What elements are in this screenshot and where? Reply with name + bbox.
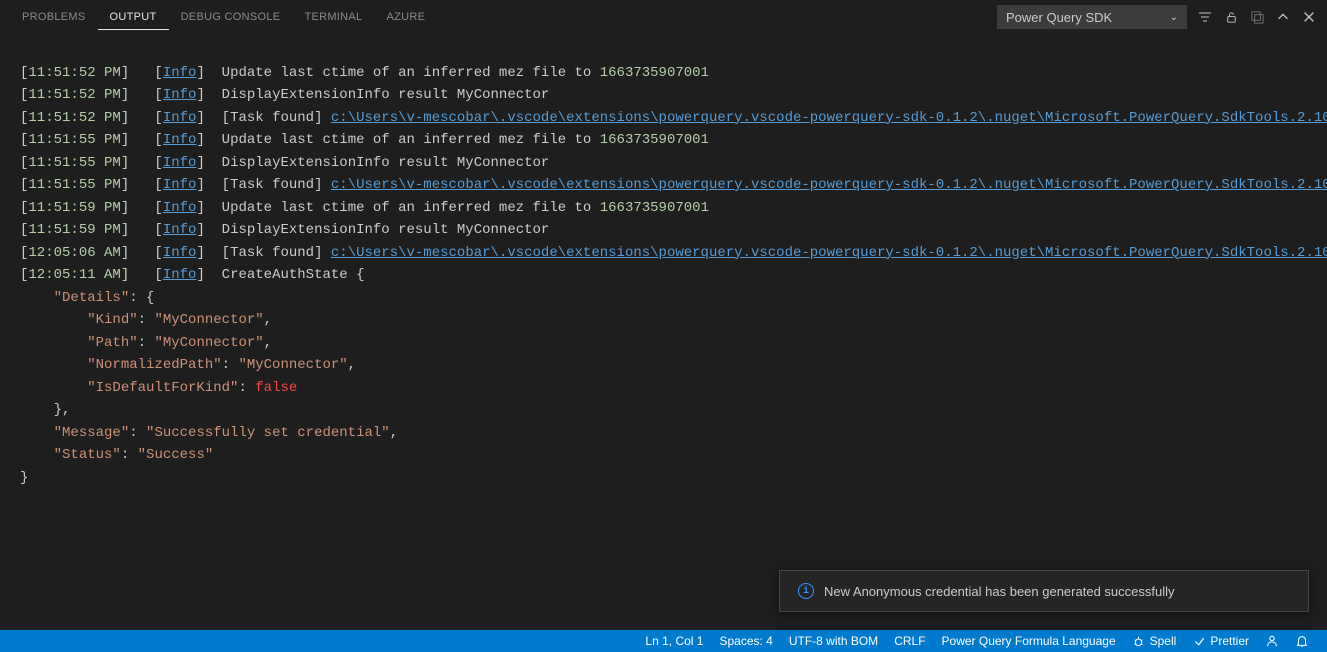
info-icon: i: [798, 583, 814, 599]
status-bar: Ln 1, Col 1 Spaces: 4 UTF-8 with BOM CRL…: [0, 630, 1327, 652]
status-spaces[interactable]: Spaces: 4: [711, 630, 780, 652]
tab-problems[interactable]: PROBLEMS: [10, 5, 98, 30]
chevron-down-icon: ⌄: [1170, 12, 1178, 23]
status-eol[interactable]: CRLF: [886, 630, 933, 652]
tab-debug-console[interactable]: DEBUG CONSOLE: [169, 5, 293, 30]
notification-toast[interactable]: i New Anonymous credential has been gene…: [779, 570, 1309, 612]
status-language[interactable]: Power Query Formula Language: [934, 630, 1124, 652]
status-bell[interactable]: [1287, 630, 1317, 652]
filter-icon[interactable]: [1197, 9, 1213, 25]
bell-icon: [1295, 634, 1309, 648]
status-feedback[interactable]: [1257, 630, 1287, 652]
bug-icon: [1132, 634, 1146, 648]
clear-output-icon[interactable]: [1249, 9, 1265, 25]
panel-header: PROBLEMS OUTPUT DEBUG CONSOLE TERMINAL A…: [0, 0, 1327, 35]
tab-terminal[interactable]: TERMINAL: [292, 5, 374, 30]
tab-output[interactable]: OUTPUT: [98, 5, 169, 30]
status-lncol[interactable]: Ln 1, Col 1: [637, 630, 711, 652]
person-icon: [1265, 634, 1279, 648]
output-channel-select[interactable]: Power Query SDK ⌄: [997, 5, 1187, 29]
status-spell[interactable]: Spell: [1124, 630, 1185, 652]
lock-icon[interactable]: [1223, 9, 1239, 25]
notification-text: New Anonymous credential has been genera…: [824, 584, 1175, 599]
output-channel-label: Power Query SDK: [1006, 10, 1112, 25]
chevron-up-icon[interactable]: [1275, 9, 1291, 25]
tab-azure[interactable]: AZURE: [374, 5, 437, 30]
status-prettier[interactable]: Prettier: [1184, 630, 1257, 652]
panel-tabs: PROBLEMS OUTPUT DEBUG CONSOLE TERMINAL A…: [10, 5, 437, 30]
output-content[interactable]: [11:51:52 PM] [Info] Update last ctime o…: [0, 35, 1327, 489]
check-icon: [1192, 634, 1206, 648]
close-icon[interactable]: [1301, 9, 1317, 25]
panel-header-actions: Power Query SDK ⌄: [997, 5, 1317, 29]
status-encoding[interactable]: UTF-8 with BOM: [781, 630, 886, 652]
